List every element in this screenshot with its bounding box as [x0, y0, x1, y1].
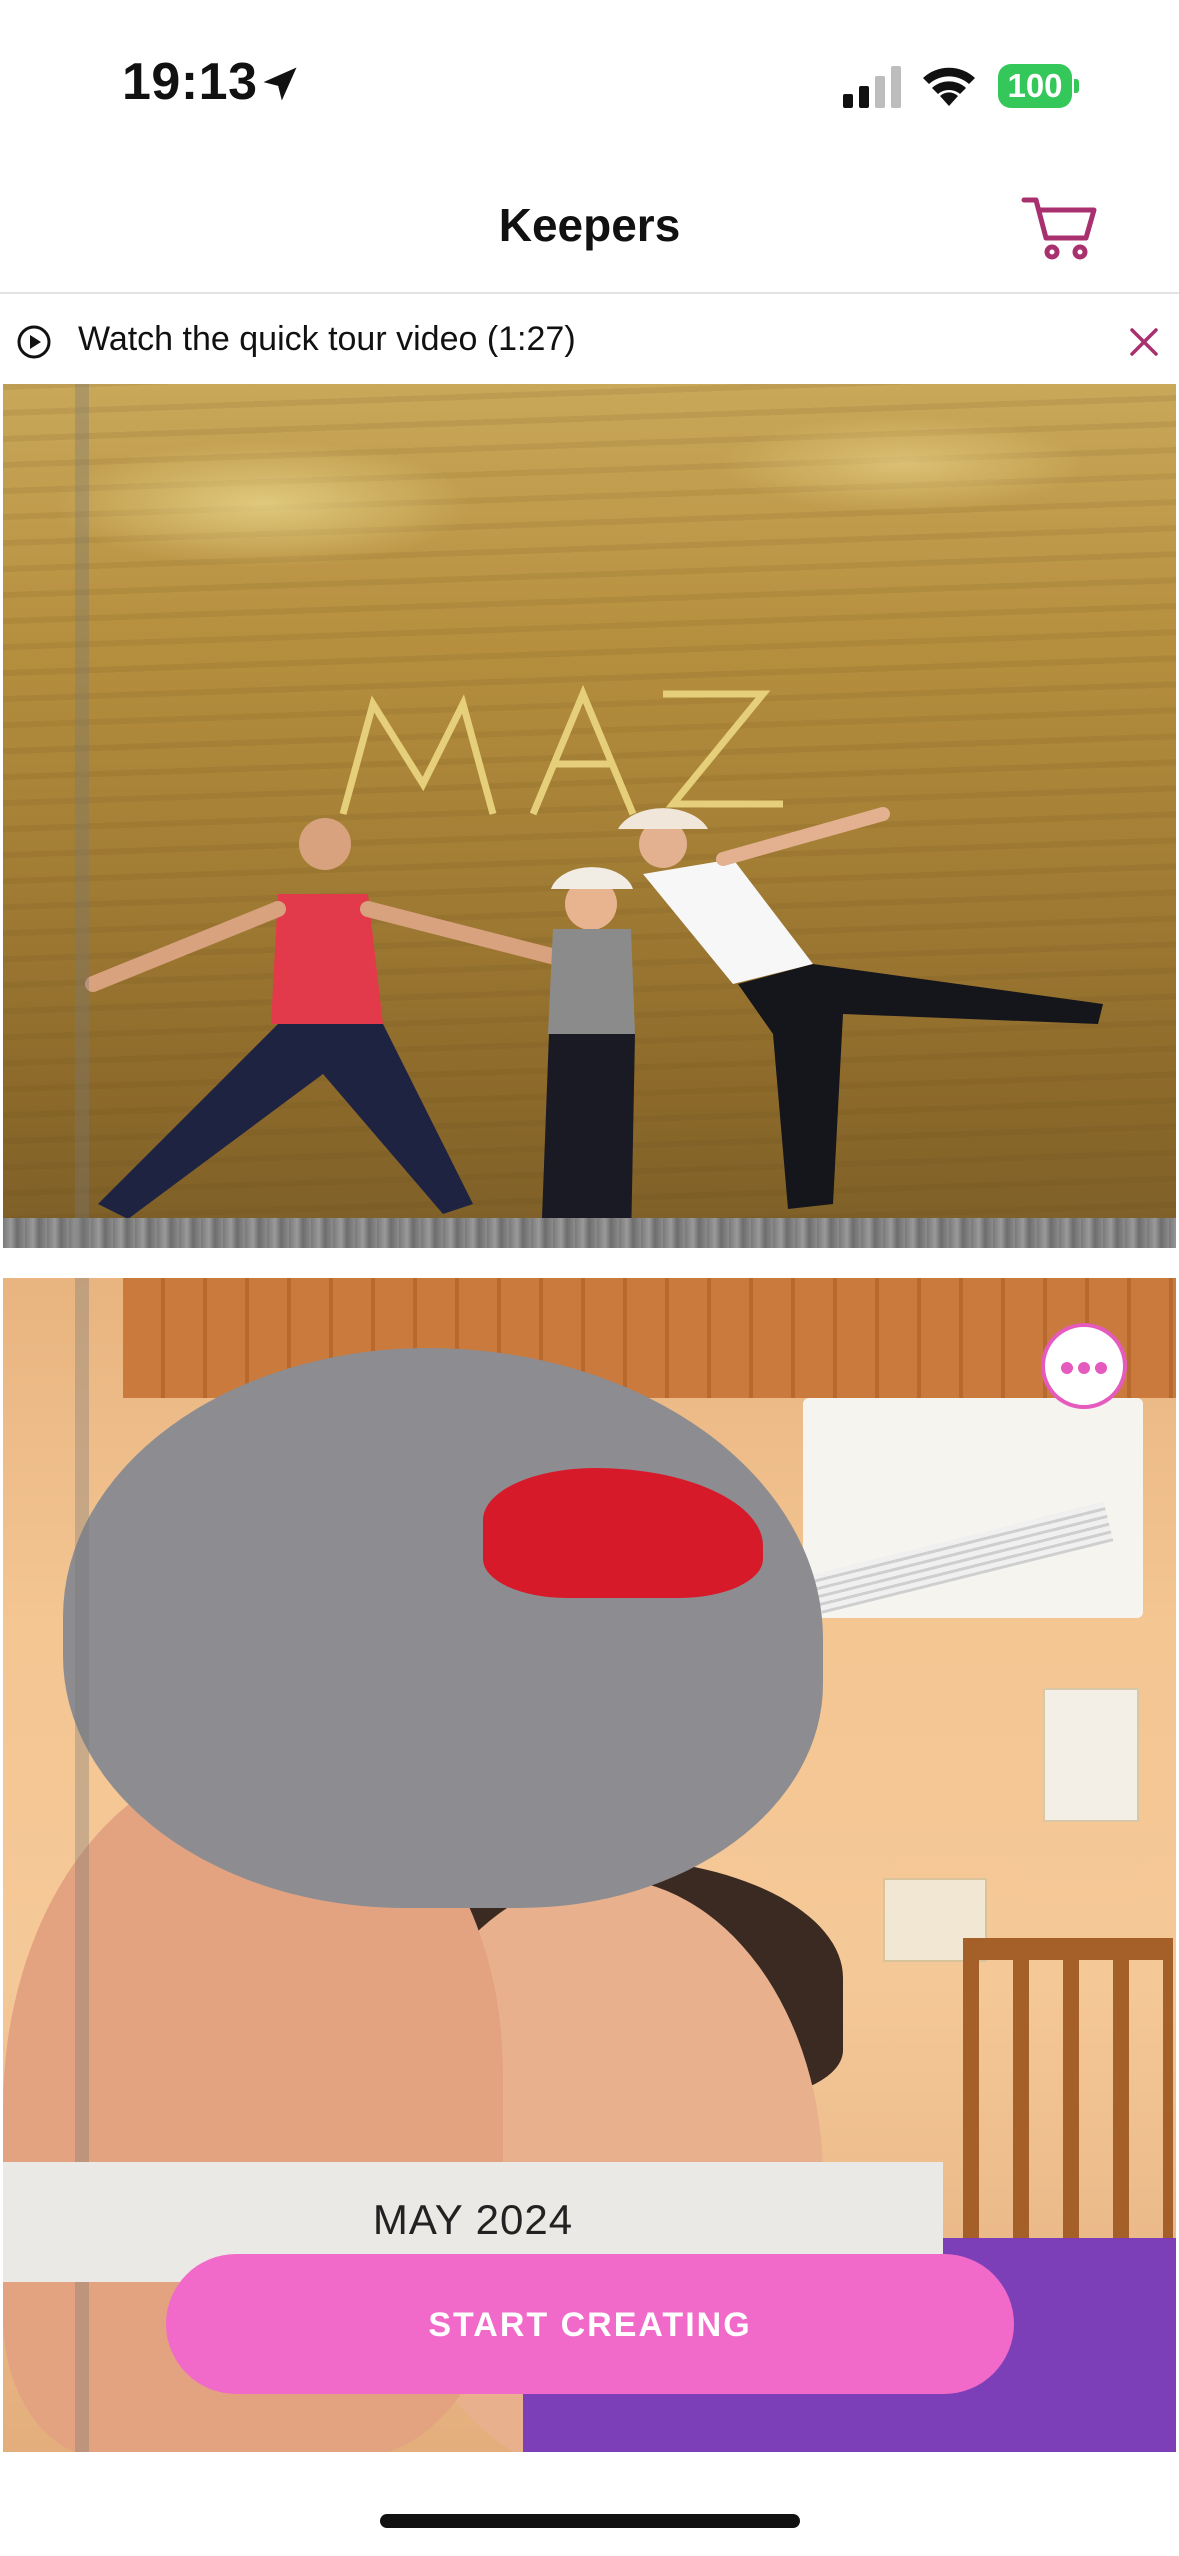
play-circle-icon[interactable]: [16, 324, 52, 360]
photo-date-label: MAY 2024: [372, 2196, 574, 2243]
photo-poster: [1043, 1688, 1139, 1822]
more-dot: [1061, 1362, 1073, 1374]
status-bar: 19:13 100: [0, 0, 1179, 150]
battery-level: 100: [998, 64, 1072, 108]
more-dot: [1095, 1362, 1107, 1374]
photo-ground: [3, 1218, 1176, 1248]
photo-family-scene: [85, 684, 1103, 1244]
nav-bar: Keepers: [0, 150, 1179, 294]
more-dot: [1078, 1362, 1090, 1374]
photo-wolf-hat: [63, 1348, 823, 1908]
wifi-icon: [923, 67, 975, 106]
more-options-button[interactable]: [1041, 1323, 1127, 1409]
home-indicator[interactable]: [380, 2514, 800, 2528]
location-arrow-icon: [263, 67, 297, 101]
page-title: Keepers: [498, 199, 681, 251]
quick-tour-link[interactable]: Watch the quick tour video (1:27): [78, 320, 576, 359]
photo-edge-strip: [75, 384, 89, 1248]
battery-tip: [1074, 79, 1079, 93]
photo-chair: [963, 1938, 1173, 2260]
shopping-cart-icon[interactable]: [1020, 192, 1100, 262]
cellular-signal-icon: [843, 66, 901, 108]
photo-family-cliff[interactable]: [3, 384, 1176, 1248]
battery-indicator: 100: [998, 64, 1080, 108]
status-time: 19:13: [122, 53, 258, 111]
start-creating-button[interactable]: START CREATING: [166, 2254, 1014, 2394]
close-icon[interactable]: [1126, 324, 1162, 360]
